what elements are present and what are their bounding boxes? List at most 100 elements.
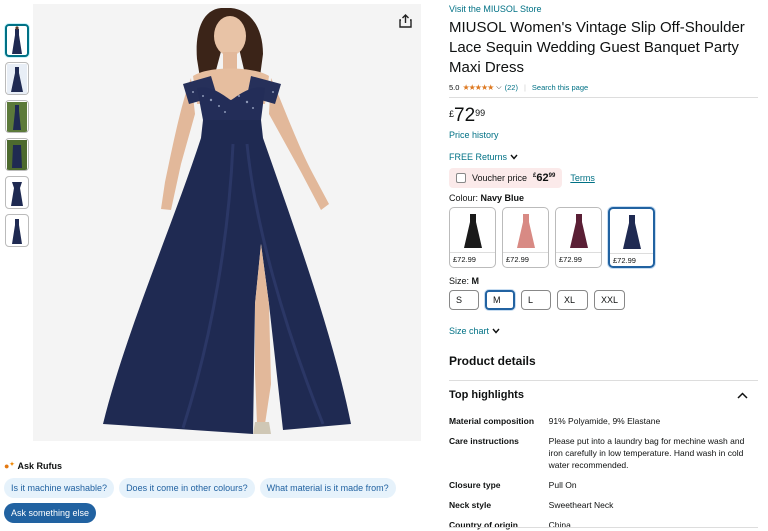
thumbnail-6[interactable]	[5, 214, 29, 247]
dress-swatch-icon	[569, 214, 588, 248]
price-whole: 72	[454, 105, 476, 126]
swatch-price: £72.99	[453, 255, 476, 264]
review-count-link[interactable]: (22)	[505, 83, 518, 92]
rating-value: 5.0	[449, 83, 460, 92]
voucher-box[interactable]: Voucher price £ 62 99	[449, 168, 563, 188]
voucher-terms-link[interactable]: Terms	[570, 173, 595, 183]
rufus-sparkle-icon: ●✦	[4, 461, 15, 471]
details-row: Neck style Sweetheart Neck	[449, 499, 758, 511]
dress-thumbnail-icon	[7, 63, 27, 94]
dress-thumbnail-icon	[11, 181, 23, 206]
divider: |	[523, 83, 526, 92]
size-options: S M L XL XXL	[449, 290, 758, 310]
star-rating-icon[interactable]: ★★★★★	[462, 83, 494, 92]
size-label: Size: M	[449, 276, 758, 286]
product-info: Visit the MIUSOL Store MIUSOL Women's Vi…	[449, 4, 758, 531]
price-fraction: 99	[475, 108, 486, 118]
size-option-l[interactable]: L	[521, 290, 551, 310]
free-returns-link[interactable]: FREE Returns	[449, 152, 758, 162]
dress-swatch-icon	[516, 214, 535, 248]
details-key: Care instructions	[449, 436, 519, 446]
size-chart-link[interactable]: Size chart	[449, 326, 758, 336]
dress-swatch-icon	[622, 215, 641, 249]
store-link[interactable]: Visit the MIUSOL Store	[449, 4, 758, 14]
rufus-panel: ●✦ Ask Rufus Is it machine washable? Doe…	[4, 461, 424, 523]
size-chart-label: Size chart	[449, 326, 490, 336]
main-product-image[interactable]	[33, 4, 421, 441]
product-title: MIUSOL Women's Vintage Slip Off-Shoulder…	[449, 19, 745, 76]
free-returns-label: FREE Returns	[449, 152, 508, 162]
share-button[interactable]	[396, 12, 414, 30]
swatch-image	[503, 208, 548, 253]
size-selected: M	[471, 276, 480, 286]
size-option-m[interactable]: M	[485, 290, 515, 310]
thumbnail-4[interactable]	[5, 138, 29, 171]
swatch-image	[450, 208, 495, 253]
size-label-text: Size:	[449, 276, 470, 286]
colour-swatch-pink[interactable]: £72.99	[502, 207, 549, 268]
product-details-title: Product details	[449, 354, 536, 368]
colour-swatch-burgundy[interactable]: £72.99	[555, 207, 602, 268]
size-option-s[interactable]: S	[449, 290, 479, 310]
colour-swatches: £72.99 £72.99 £72.99 £72.99	[449, 207, 758, 268]
chevron-up-icon[interactable]	[737, 391, 748, 399]
details-value: Pull On	[548, 480, 577, 490]
dress-swatch-icon	[463, 214, 482, 248]
swatch-image	[610, 209, 653, 254]
chevron-down-icon[interactable]: ⌵	[496, 84, 501, 92]
rufus-chip-row: Is it machine washable? Does it come in …	[4, 478, 424, 498]
rufus-chip-material[interactable]: What material is it made from?	[259, 478, 396, 498]
rufus-chip-other-colours[interactable]: Does it come in other colours?	[119, 478, 255, 498]
rufus-title: ●✦ Ask Rufus	[4, 461, 424, 471]
voucher-label: Voucher price	[472, 173, 528, 183]
rufus-chip-machine-washable[interactable]: Is it machine washable?	[4, 478, 115, 498]
voucher-price: £ 62 99	[533, 172, 555, 184]
chevron-down-icon	[510, 154, 518, 160]
chevron-down-icon	[492, 328, 500, 334]
details-value: Please put into a laundry bag for mechin…	[548, 436, 745, 470]
voucher-whole: 62	[536, 172, 549, 184]
search-this-page-link[interactable]: Search this page	[532, 83, 588, 92]
thumbnail-3[interactable]	[5, 100, 29, 133]
details-key: Country of origin	[449, 520, 518, 530]
details-value: China	[548, 520, 571, 530]
details-value: 91% Polyamide, 9% Elastane	[548, 416, 661, 426]
details-key: Closure type	[449, 480, 501, 490]
dress-thumbnail-icon	[12, 26, 22, 54]
details-key: Material composition	[449, 416, 535, 426]
dress-thumbnail-icon	[7, 139, 27, 170]
details-row: Material composition 91% Polyamide, 9% E…	[449, 415, 758, 427]
voucher-checkbox[interactable]	[456, 173, 466, 183]
ask-something-else-button[interactable]: Ask something else	[4, 503, 97, 523]
thumbnail-1[interactable]	[5, 24, 29, 57]
swatch-price: £72.99	[559, 255, 582, 264]
dress-thumbnail-icon	[12, 218, 22, 244]
rating-row: 5.0 ★★★★★ ⌵ (22) | Search this page	[449, 83, 758, 92]
details-row: Closure type Pull On	[449, 479, 758, 491]
size-option-xxl[interactable]: XXL	[594, 290, 625, 310]
dress-model-image	[103, 8, 351, 434]
colour-swatch-navy-blue[interactable]: £72.99	[608, 207, 655, 268]
price-history-link[interactable]: Price history	[449, 130, 758, 140]
details-row: Care instructions Please put into a laun…	[449, 435, 758, 471]
price: £ 72 99	[449, 106, 758, 126]
voucher-row: Voucher price £ 62 99 Terms	[449, 168, 758, 188]
thumbnail-2[interactable]	[5, 62, 29, 95]
details-row: Country of origin China	[449, 519, 758, 531]
share-icon	[398, 14, 412, 28]
voucher-fraction: 99	[548, 173, 556, 179]
details-value: Sweetheart Neck	[548, 500, 614, 510]
rufus-title-label: Ask Rufus	[17, 461, 62, 471]
swatch-price: £72.99	[613, 256, 636, 265]
size-option-xl[interactable]: XL	[557, 290, 588, 310]
divider	[449, 527, 758, 528]
colour-selected: Navy Blue	[480, 193, 525, 203]
top-highlights-title: Top highlights	[449, 389, 524, 401]
top-highlights-header[interactable]: Top highlights	[449, 380, 758, 401]
colour-swatch-black[interactable]: £72.99	[449, 207, 496, 268]
colour-label: Colour: Navy Blue	[449, 193, 758, 203]
thumbnail-5[interactable]	[5, 176, 29, 209]
details-key: Neck style	[449, 500, 492, 510]
dress-thumbnail-icon	[7, 101, 27, 132]
details-table: Material composition 91% Polyamide, 9% E…	[449, 415, 758, 531]
